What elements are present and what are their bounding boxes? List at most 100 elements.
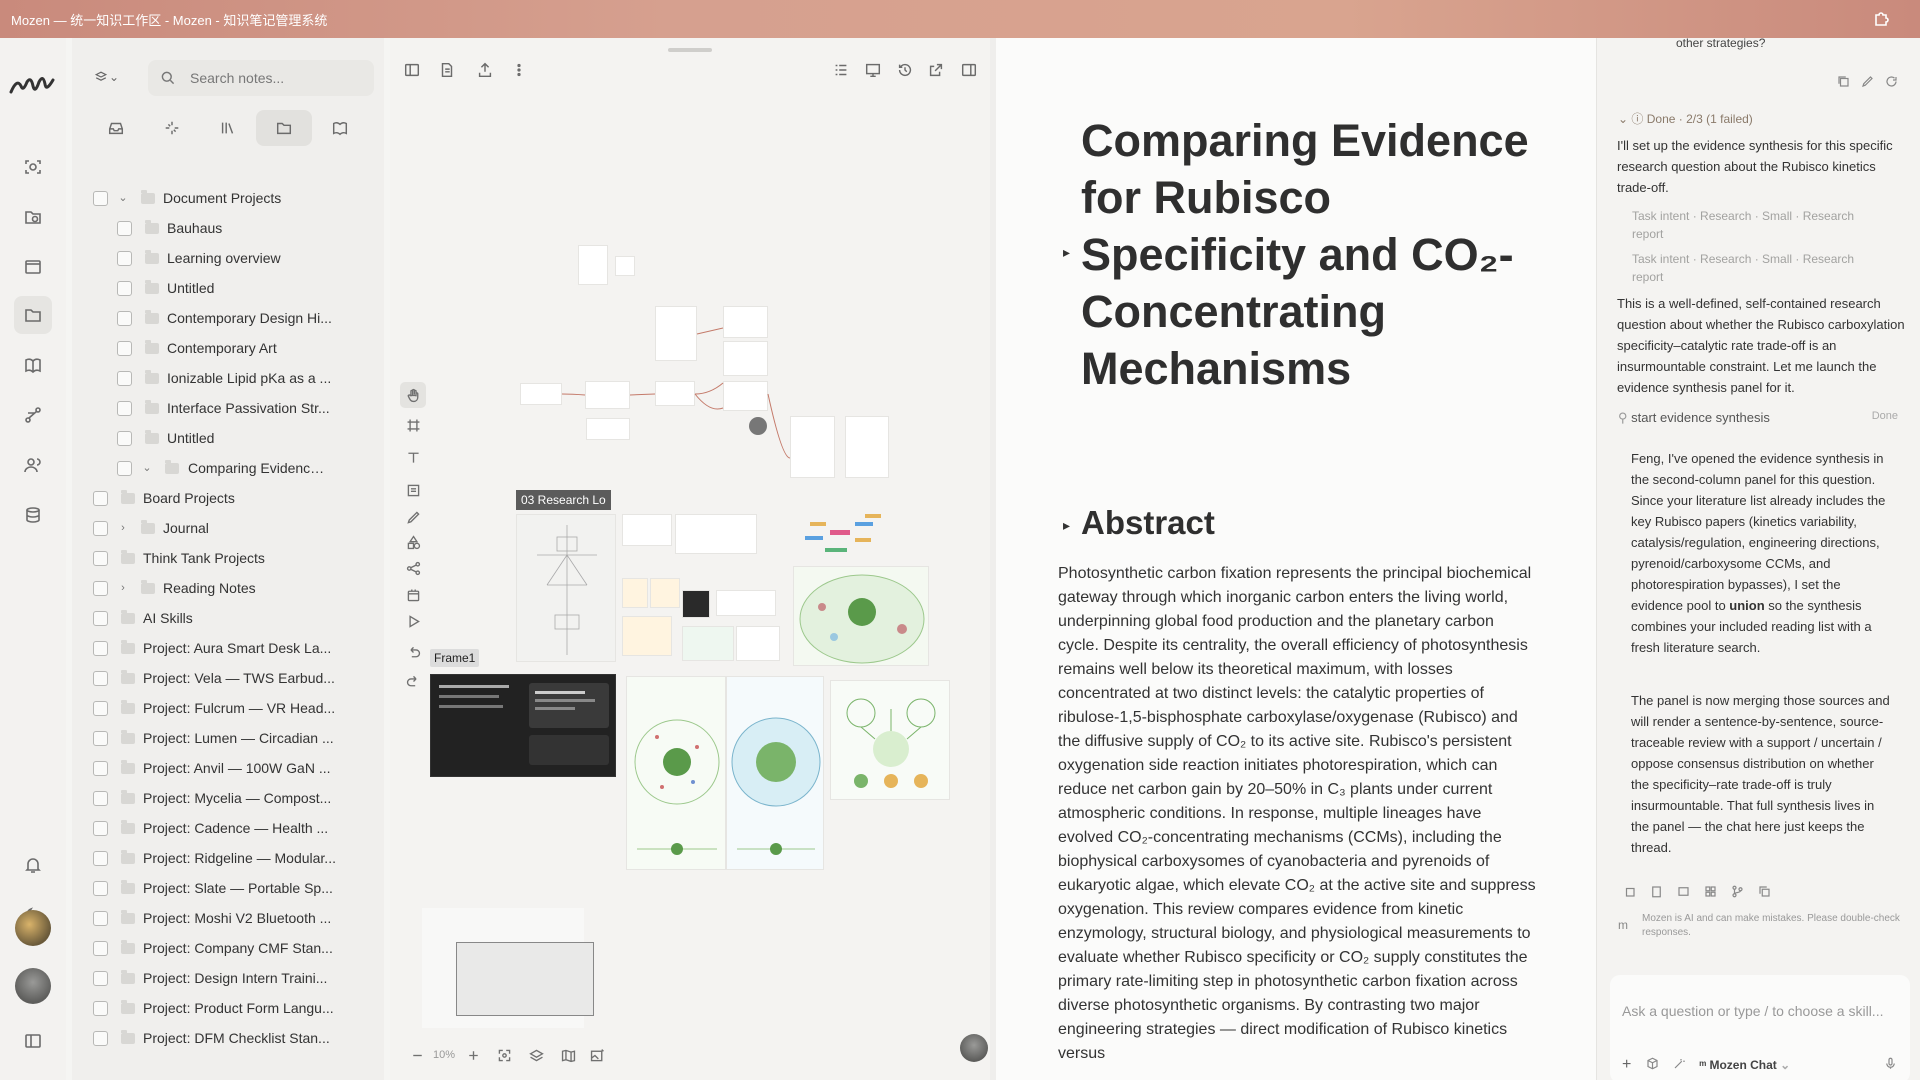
- canvas-card[interactable]: [622, 578, 648, 608]
- collapse-triangle-icon[interactable]: ▸: [1063, 517, 1070, 534]
- collapse-triangle-icon[interactable]: ▸: [1063, 244, 1070, 261]
- tab-reading[interactable]: [312, 110, 368, 146]
- row-checkbox[interactable]: [93, 490, 108, 506]
- map-icon[interactable]: [552, 1047, 584, 1064]
- row-checkbox[interactable]: [93, 190, 108, 206]
- tree-item[interactable]: › Journal: [72, 515, 384, 541]
- tree-item[interactable]: Project: Fulcrum — VR Head...: [72, 695, 384, 721]
- tree-item[interactable]: Contemporary Art: [72, 335, 384, 361]
- tree-item[interactable]: Project: Slate — Portable Sp...: [72, 875, 384, 901]
- tree-item[interactable]: Bauhaus: [72, 215, 384, 241]
- graph-icon[interactable]: [14, 396, 52, 434]
- model-selector[interactable]: ᵐ Mozen Chat ⌄: [1699, 1058, 1790, 1072]
- tree-item[interactable]: Project: Vela — TWS Earbud...: [72, 665, 384, 691]
- bell-icon[interactable]: [14, 846, 52, 884]
- grid-icon[interactable]: [1703, 884, 1718, 904]
- abstract-paragraph[interactable]: Photosynthetic carbon fixation represent…: [1058, 562, 1538, 1066]
- pen-tool-icon[interactable]: [400, 504, 426, 530]
- image-magic-icon[interactable]: [584, 1047, 610, 1064]
- row-checkbox[interactable]: [117, 310, 132, 326]
- mindmap-thumbnail[interactable]: [795, 508, 885, 563]
- mindmap-tool-icon[interactable]: [400, 555, 426, 581]
- row-checkbox[interactable]: [93, 820, 108, 836]
- frame-tool-icon[interactable]: [400, 412, 426, 438]
- undo-icon[interactable]: [400, 639, 426, 665]
- row-checkbox[interactable]: [117, 400, 132, 416]
- tree-item[interactable]: Project: Aura Smart Desk La...: [72, 635, 384, 661]
- row-checkbox[interactable]: [93, 580, 108, 596]
- pathway-illustration[interactable]: [830, 680, 950, 800]
- tree-item[interactable]: Think Tank Projects: [72, 545, 384, 571]
- frame-label[interactable]: Frame1: [430, 649, 480, 667]
- tree-item[interactable]: Project: Company CMF Stan...: [72, 935, 384, 961]
- user-avatar[interactable]: [15, 910, 51, 946]
- cell-illustration-2[interactable]: [726, 676, 824, 870]
- canvas-card[interactable]: [682, 626, 734, 661]
- row-checkbox[interactable]: [93, 1030, 108, 1046]
- canvas-card[interactable]: [622, 514, 672, 546]
- tree-item[interactable]: Project: Anvil — 100W GaN ...: [72, 755, 384, 781]
- row-checkbox[interactable]: [117, 370, 132, 386]
- row-checkbox[interactable]: [93, 1000, 108, 1016]
- tree-item[interactable]: Project: Ridgeline — Modular...: [72, 845, 384, 871]
- extension-icon[interactable]: [1872, 9, 1892, 29]
- tree-item[interactable]: Untitled: [72, 275, 384, 301]
- row-checkbox[interactable]: [93, 910, 108, 926]
- tree-item[interactable]: Board Projects: [72, 485, 384, 511]
- layout-icon[interactable]: [14, 248, 52, 286]
- redo-icon[interactable]: [400, 668, 426, 694]
- database-icon[interactable]: [14, 496, 52, 534]
- tree-item[interactable]: Learning overview: [72, 245, 384, 271]
- task-status[interactable]: ⌄ ⓘ Done · 2/3 (1 failed): [1618, 110, 1753, 127]
- cell-illustration-1[interactable]: [626, 676, 726, 870]
- row-checkbox[interactable]: [117, 340, 132, 356]
- canvas-card[interactable]: [650, 578, 680, 608]
- tree-item[interactable]: Project: Cadence — Health ...: [72, 815, 384, 841]
- workspace-switcher[interactable]: ⌄: [88, 60, 124, 94]
- document-title[interactable]: Comparing Evidence for Rubisco Specifici…: [1081, 112, 1561, 397]
- abstract-heading[interactable]: Abstract: [1081, 504, 1215, 542]
- tree-item[interactable]: Project: Design Intern Traini...: [72, 965, 384, 991]
- branch-icon[interactable]: [1730, 884, 1745, 904]
- clipboard-icon[interactable]: [1649, 884, 1664, 904]
- layers-icon[interactable]: [520, 1047, 552, 1064]
- row-checkbox[interactable]: [117, 250, 132, 266]
- copy-icon[interactable]: [1836, 74, 1851, 94]
- tree-item[interactable]: Project: Product Form Langu...: [72, 995, 384, 1021]
- zoom-in-icon[interactable]: [458, 1047, 488, 1064]
- tree-item[interactable]: Interface Passivation Str...: [72, 395, 384, 421]
- canvas-minimap[interactable]: [422, 908, 594, 1028]
- refresh-icon[interactable]: [1884, 74, 1899, 94]
- embed-tool-icon[interactable]: [400, 582, 426, 608]
- dark-screenshot-card[interactable]: [430, 674, 616, 777]
- tree-item[interactable]: AI Skills: [72, 605, 384, 631]
- row-checkbox[interactable]: [117, 460, 132, 476]
- hand-tool-icon[interactable]: [400, 382, 426, 408]
- text-tool-icon[interactable]: [400, 444, 426, 470]
- folder-icon[interactable]: [14, 296, 52, 334]
- row-checkbox[interactable]: [93, 610, 108, 626]
- row-checkbox[interactable]: [93, 700, 108, 716]
- chevron-right-icon[interactable]: ›: [117, 582, 129, 594]
- canvas-card[interactable]: [716, 590, 776, 616]
- magic-wand-icon[interactable]: [1672, 1056, 1687, 1074]
- shapes-tool-icon[interactable]: [400, 529, 426, 555]
- tree-item[interactable]: Project: Mycelia — Compost...: [72, 785, 384, 811]
- present-tool-icon[interactable]: [400, 608, 426, 634]
- history-folder-icon[interactable]: [14, 198, 52, 236]
- tree-item[interactable]: Untitled: [72, 425, 384, 451]
- tab-inbox[interactable]: [88, 110, 144, 146]
- cube-icon[interactable]: [1645, 1056, 1660, 1074]
- canvas-card[interactable]: [622, 616, 672, 656]
- row-checkbox[interactable]: [93, 520, 108, 536]
- tree-item[interactable]: Contemporary Design Hi...: [72, 305, 384, 331]
- row-checkbox[interactable]: [93, 730, 108, 746]
- row-checkbox[interactable]: [93, 670, 108, 686]
- canvas-card[interactable]: [736, 626, 780, 661]
- row-checkbox[interactable]: [93, 850, 108, 866]
- chevron-down-icon[interactable]: ⌄: [141, 462, 153, 474]
- users-icon[interactable]: [14, 446, 52, 484]
- tab-folders[interactable]: [256, 110, 312, 146]
- book-icon[interactable]: [14, 346, 52, 384]
- row-checkbox[interactable]: [117, 280, 132, 296]
